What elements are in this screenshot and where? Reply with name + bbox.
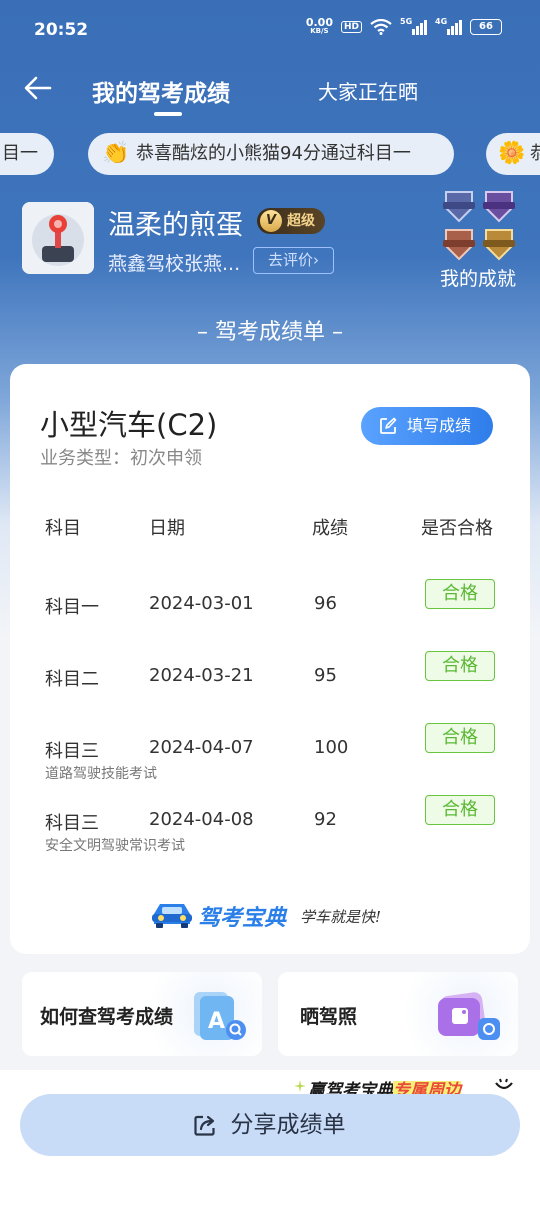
vip-badge[interactable]: V 超级 <box>257 208 325 234</box>
share-button-label: 分享成绩单 <box>230 1112 346 1138</box>
how-to-check-scores-tile[interactable]: 如何查驾考成绩 A <box>22 972 262 1056</box>
signal-4g-label: 4G <box>435 17 448 26</box>
cell-subject: 科目三 <box>45 813 99 834</box>
score-sheet-title: – 驾考成绩单 – <box>197 320 343 345</box>
username: 温柔的煎蛋 <box>108 210 243 241</box>
table-row: 科目一 2024-03-01 96 合格 <box>10 579 530 653</box>
driving-school-name: 燕鑫驾校张燕... <box>108 253 241 275</box>
joystick-avatar-icon <box>22 202 94 274</box>
share-score-button[interactable]: 分享成绩单 <box>20 1094 520 1156</box>
vehicle-type: 小型汽车(C2) <box>40 408 218 442</box>
ticker-item[interactable]: 🌼 恭 <box>486 133 540 175</box>
chevron-right-icon: › <box>313 251 319 269</box>
cell-date: 2024-04-07 <box>149 737 254 758</box>
cell-subject: 科目三 <box>45 741 99 762</box>
pass-badge: 合格 <box>425 723 495 753</box>
table-row: 科目三 2024-04-08 92 合格 安全文明驾驶常识考试 <box>10 795 530 869</box>
header-pass: 是否合格 <box>421 518 493 539</box>
status-bar: 20:52 0.00 KB/S HD 5G 4G 66 <box>0 0 540 60</box>
medal-icon <box>483 191 515 223</box>
signal-5g-label: 5G <box>400 17 413 26</box>
pass-badge: 合格 <box>425 579 495 609</box>
tab-active-indicator <box>154 112 182 116</box>
rate-button-label: 去评价 <box>267 251 313 269</box>
cell-score: 100 <box>314 737 349 758</box>
achievement-medals[interactable] <box>440 188 522 262</box>
subject-note: 道路驾驶技能考试 <box>45 766 157 782</box>
edit-icon <box>380 417 397 434</box>
cell-score: 95 <box>314 665 337 686</box>
brand-logo: 驾考宝典 学车就是快! <box>150 898 400 932</box>
top-nav: 我的驾考成绩 大家正在晒 <box>0 62 540 118</box>
medal-icon <box>443 229 475 261</box>
clapping-hand-icon: 👏 <box>102 141 130 166</box>
status-time: 20:52 <box>34 20 89 40</box>
table-row: 科目二 2024-03-21 95 合格 <box>10 651 530 725</box>
search-doc-icon: A <box>194 992 246 1040</box>
ticker-text: 目一 <box>2 143 38 164</box>
header-score: 成绩 <box>312 518 348 539</box>
vip-label: 超级 <box>287 213 315 229</box>
fill-score-button[interactable]: 填写成绩 <box>361 407 493 445</box>
status-icons: 0.00 KB/S HD 5G 4G 66 <box>305 16 502 36</box>
ticker-item[interactable]: 目一 <box>0 133 54 175</box>
sparkle-icon <box>294 1080 306 1092</box>
brand-name: 驾考宝典 <box>198 906 287 931</box>
tab-everyone-sharing[interactable]: 大家正在晒 <box>318 76 418 105</box>
avatar[interactable] <box>22 202 94 274</box>
sunflower-icon: 🌼 <box>498 141 526 166</box>
net-speed-value: 0.00 <box>305 16 333 29</box>
vip-letter: V <box>260 210 282 232</box>
cell-score: 92 <box>314 809 337 830</box>
smile-icon <box>495 1078 513 1090</box>
brand-slogan: 学车就是快! <box>300 908 382 926</box>
medal-icon <box>443 191 475 223</box>
signal-4g-icon: 4G <box>435 17 462 35</box>
rate-button[interactable]: 去评价› <box>253 247 334 274</box>
cell-subject: 科目二 <box>45 669 99 690</box>
signal-5g-icon: 5G <box>400 17 427 35</box>
subject-note: 安全文明驾驶常识考试 <box>45 838 185 854</box>
medal-icon <box>483 229 515 261</box>
fill-score-label: 填写成绩 <box>407 416 472 435</box>
tab-my-scores[interactable]: 我的驾考成绩 <box>92 74 230 108</box>
car-logo-icon <box>152 904 192 928</box>
pass-badge: 合格 <box>425 795 495 825</box>
tile-label: 晒驾照 <box>300 1006 358 1028</box>
pass-badge: 合格 <box>425 651 495 681</box>
congrats-ticker: 目一 👏 恭喜酷炫的小熊猫94分通过科目一 🌼 恭 <box>0 133 540 177</box>
tile-label: 如何查驾考成绩 <box>40 1006 174 1028</box>
ticker-text: 恭喜酷炫的小熊猫94分通过科目一 <box>136 143 411 164</box>
photo-icon <box>438 992 500 1040</box>
show-license-tile[interactable]: 晒驾照 <box>278 972 518 1056</box>
cell-subject: 科目一 <box>45 597 99 618</box>
header-date: 日期 <box>149 518 185 539</box>
ticker-text: 恭 <box>530 143 540 164</box>
achievements-label[interactable]: 我的成就 <box>440 264 516 291</box>
cell-date: 2024-03-21 <box>149 665 254 686</box>
table-row: 科目三 2024-04-07 100 合格 道路驾驶技能考试 <box>10 723 530 797</box>
cell-score: 96 <box>314 593 337 614</box>
wifi-icon <box>370 19 392 35</box>
svg-text:A: A <box>208 1009 225 1034</box>
network-speed: 0.00 KB/S <box>305 16 333 36</box>
battery-icon: 66 <box>470 19 502 35</box>
cell-date: 2024-03-01 <box>149 593 254 614</box>
score-card: 小型汽车(C2) 业务类型：初次申领 填写成绩 科目 日期 成绩 是否合格 科目… <box>10 364 530 954</box>
back-button[interactable] <box>22 72 54 104</box>
ticker-item[interactable]: 👏 恭喜酷炫的小熊猫94分通过科目一 <box>88 133 454 175</box>
hd-icon: HD <box>340 21 362 33</box>
business-type: 业务类型：初次申领 <box>40 448 202 469</box>
header-subject: 科目 <box>45 518 81 539</box>
back-arrow-icon <box>24 76 52 100</box>
share-icon <box>194 1115 215 1136</box>
cell-date: 2024-04-08 <box>149 809 254 830</box>
